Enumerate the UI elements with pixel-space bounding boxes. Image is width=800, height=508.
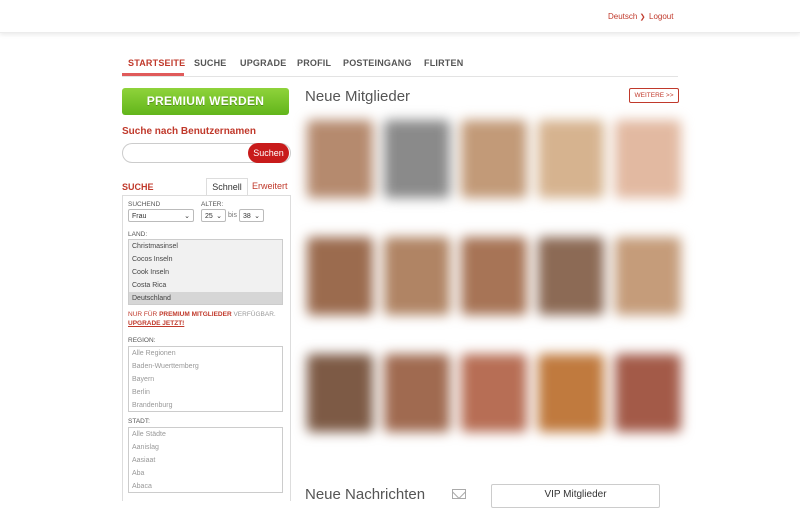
premium-button[interactable]: PREMIUM WERDEN — [122, 88, 289, 115]
logout-link[interactable]: Logout — [649, 12, 673, 21]
vip-members-button[interactable]: VIP Mitglieder — [491, 484, 660, 508]
new-messages-title: Neue Nachrichten — [305, 486, 426, 503]
region-listbox[interactable]: Alle Regionen Baden-Wuerttemberg Bayern … — [128, 346, 283, 412]
member-photo[interactable] — [461, 237, 527, 315]
list-item[interactable]: Alle Regionen — [129, 347, 282, 360]
list-item[interactable]: Cocos Inseln — [129, 253, 282, 266]
search-section-label: SUCHE — [122, 182, 154, 192]
member-photo[interactable] — [307, 120, 373, 198]
chevron-down-icon: ⌄ — [254, 213, 260, 220]
upgrade-now-link[interactable]: UPGRADE JETZT! — [128, 320, 184, 327]
active-tab-indicator — [122, 73, 184, 76]
top-bar: Deutsch ❯ Logout — [0, 0, 800, 33]
list-item[interactable]: Brandenburg — [129, 399, 282, 411]
list-item[interactable]: Bayern — [129, 373, 282, 386]
language-selector[interactable]: Deutsch ❯ — [608, 12, 645, 21]
member-photo[interactable] — [615, 354, 681, 432]
tab-advanced-search[interactable]: Erweitert — [252, 181, 288, 191]
list-item[interactable]: Aasiaat — [129, 454, 282, 467]
age-label: ALTER: — [201, 201, 224, 208]
tab-flirten[interactable]: FLIRTEN — [424, 58, 463, 68]
tab-suche[interactable]: SUCHE — [194, 58, 227, 68]
country-listbox[interactable]: Christmasinsel Cocos Inseln Cook Inseln … — [128, 239, 283, 305]
country-label: LAND: — [128, 231, 148, 238]
list-item[interactable]: Aanislag — [129, 441, 282, 454]
age-to-label: bis — [228, 212, 237, 219]
member-photo[interactable] — [461, 120, 527, 198]
premium-note-suffix: VERFÜGBAR. — [231, 311, 276, 318]
username-search-title: Suche nach Benutzernamen — [122, 126, 256, 137]
new-members-grid — [299, 112, 688, 472]
member-photo[interactable] — [538, 237, 604, 315]
age-from-select[interactable]: 25 ⌄ — [201, 209, 226, 222]
region-label: REGION: — [128, 337, 156, 344]
premium-note-bold: PREMIUM MITGLIEDER — [159, 311, 232, 318]
main-nav: STARTSEITE SUCHE UPGRADE PROFIL POSTEING… — [122, 56, 678, 77]
age-to-select[interactable]: 38 ⌄ — [239, 209, 264, 222]
member-photo[interactable] — [307, 237, 373, 315]
tab-posteingang[interactable]: POSTEINGANG — [343, 58, 412, 68]
list-item[interactable]: Baden-Wuerttemberg — [129, 360, 282, 373]
premium-only-note: NUR FÜR PREMIUM MITGLIEDER VERFÜGBAR. UP… — [128, 310, 283, 328]
city-listbox[interactable]: Alle Städte Aanislag Aasiaat Aba Abaca — [128, 427, 283, 493]
member-photo[interactable] — [538, 354, 604, 432]
new-members-title: Neue Mitglieder — [305, 88, 411, 105]
member-photo[interactable] — [384, 120, 450, 198]
member-photo[interactable] — [384, 354, 450, 432]
seeking-value: Frau — [132, 213, 147, 220]
list-item[interactable]: Aba — [129, 467, 282, 480]
list-item[interactable]: Costa Rica — [129, 279, 282, 292]
list-item[interactable]: Alle Städte — [129, 428, 282, 441]
mail-icon[interactable] — [452, 489, 466, 499]
member-photo[interactable] — [615, 120, 681, 198]
list-item[interactable]: Christmasinsel — [129, 240, 282, 253]
member-photo[interactable] — [307, 354, 373, 432]
tab-upgrade[interactable]: UPGRADE — [240, 58, 286, 68]
list-item[interactable]: Berlin — [129, 386, 282, 399]
language-label: Deutsch — [608, 12, 638, 21]
member-photo[interactable] — [538, 120, 604, 198]
chevron-down-icon: ❯ — [639, 14, 646, 21]
chevron-down-icon: ⌄ — [216, 213, 222, 220]
member-photo[interactable] — [461, 354, 527, 432]
tab-startseite[interactable]: STARTSEITE — [128, 58, 185, 68]
list-item[interactable]: Abaca — [129, 480, 282, 492]
seeking-select[interactable]: Frau ⌄ — [128, 209, 194, 222]
more-members-button[interactable]: WEITERE >> — [629, 88, 679, 103]
tab-profil[interactable]: PROFIL — [297, 58, 331, 68]
search-button[interactable]: Suchen — [248, 143, 289, 163]
list-item[interactable]: Cook Inseln — [129, 266, 282, 279]
seeking-label: SUCHEND — [128, 201, 161, 208]
member-photo[interactable] — [615, 237, 681, 315]
member-photo[interactable] — [384, 237, 450, 315]
tab-quick-search[interactable]: Schnell — [206, 178, 248, 195]
city-label: STADT: — [128, 418, 150, 425]
list-item-selected[interactable]: Deutschland — [129, 292, 282, 304]
premium-note-prefix: NUR FÜR — [128, 311, 160, 318]
age-from-value: 25 — [205, 213, 213, 220]
age-to-value: 38 — [243, 213, 251, 220]
chevron-down-icon: ⌄ — [184, 213, 190, 220]
